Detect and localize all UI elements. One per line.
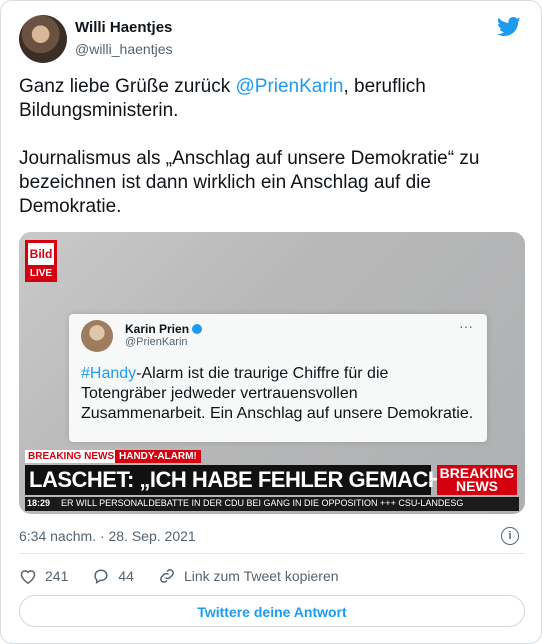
tweet-text: Ganz liebe Grüße zurück @PrienKarin, ber…: [19, 75, 509, 219]
crawl-text: ER WILL PERSONALDEBATTE IN DER CDU BEI G…: [61, 498, 464, 508]
reply-button[interactable]: 44: [92, 568, 134, 584]
tweet-card: Willi Haentjes @willi_haentjes Ganz lieb…: [0, 0, 542, 644]
embedded-text: #Handy-Alarm ist die traurige Chiffre fü…: [81, 364, 481, 424]
news-ticker: BREAKING NEWS HANDY-ALARM! LASCHET: „ICH…: [19, 432, 525, 514]
copy-link-label: Link zum Tweet kopieren: [183, 568, 339, 584]
twitter-bird-icon[interactable]: [497, 17, 521, 37]
author-handle[interactable]: @willi_haentjes: [75, 41, 172, 57]
like-count: 241: [45, 568, 69, 584]
embedded-handle: @PrienKarin: [125, 336, 188, 348]
tweet-timestamp[interactable]: 6:34 nachm. · 28. Sep. 2021: [19, 528, 196, 544]
breaking-news-label: BREAKING NEWS: [25, 450, 118, 463]
info-icon[interactable]: i: [501, 527, 519, 545]
reply-icon: [94, 569, 108, 584]
bild-logo-text: Bild: [28, 243, 54, 265]
tweet-text-part: Ganz liebe Grüße zurück: [19, 76, 236, 97]
topic-label: HANDY-ALARM!: [115, 450, 201, 463]
like-button[interactable]: 241: [19, 568, 68, 584]
tweet-text-part: , beruflich Bildungsministerin. Journali…: [19, 76, 480, 217]
author-avatar[interactable]: [19, 15, 67, 63]
reply-count: 44: [118, 568, 134, 584]
embedded-tweet-screenshot: Karin Prien @PrienKarin ··· #Handy-Alarm…: [69, 314, 487, 442]
embedded-name: Karin Prien: [125, 322, 203, 336]
verified-icon: [192, 324, 203, 334]
link-icon: [160, 569, 174, 583]
embedded-avatar: [81, 320, 113, 352]
copy-link-button[interactable]: Link zum Tweet kopieren: [158, 567, 339, 585]
breaking-news-logo: BREAKING NEWS: [437, 465, 517, 495]
tweet-reply-button[interactable]: Twittere deine Antwort: [19, 595, 525, 627]
bild-logo: Bild LIVE: [25, 240, 57, 282]
more-icon: ···: [459, 318, 473, 334]
heart-icon: [20, 570, 36, 584]
headline: LASCHET: „ICH HABE FEHLER GEMACHT“: [29, 467, 467, 492]
embedded-name-text: Karin Prien: [125, 322, 190, 336]
broadcast-time: 18:29: [27, 498, 51, 508]
divider: [19, 553, 525, 554]
embedded-text-body: -Alarm ist die traurige Chiffre für die …: [81, 365, 474, 422]
author-name[interactable]: Willi Haentjes: [75, 19, 172, 36]
embedded-hashtag: #Handy: [81, 365, 137, 382]
tweet-media-image[interactable]: Bild LIVE Karin Prien @PrienKarin ··· #H…: [19, 232, 525, 514]
mention-link[interactable]: @PrienKarin: [235, 76, 343, 97]
action-bar: 241 44 Link zum Tweet kopieren: [19, 567, 363, 585]
live-label: LIVE: [29, 268, 53, 279]
